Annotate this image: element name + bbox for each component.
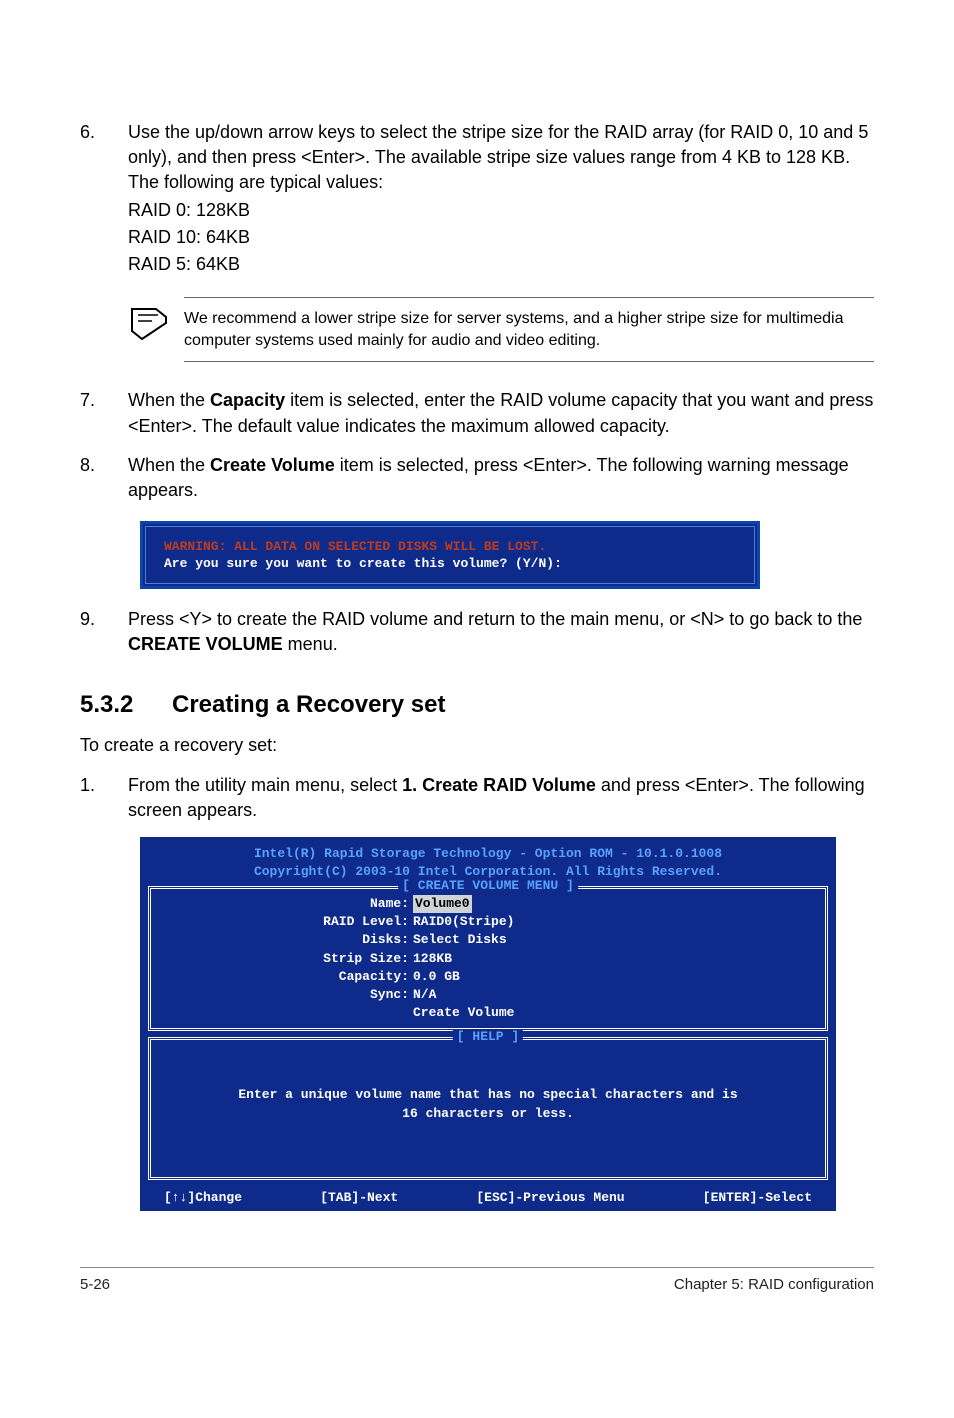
text-bold: Create Volume [210,455,335,475]
step-body: From the utility main menu, select 1. Cr… [128,773,874,823]
row-raid-level: RAID Level: RAID0(Stripe) [159,913,817,931]
kv-val: RAID0(Stripe) [413,913,514,931]
kv-key: Sync: [159,986,413,1004]
kv-key [159,1004,413,1022]
panel-label: [ HELP ] [453,1029,523,1044]
section-heading: 5.3.2Creating a Recovery set [80,691,874,719]
row-disks: Disks: Select Disks [159,931,817,949]
raid5-line: RAID 5: 64KB [128,252,874,277]
section-number: 5.3.2 [80,691,172,719]
kv-val: Create Volume [413,1004,514,1022]
panel-label: [ CREATE VOLUME MENU ] [398,878,578,893]
step-number: 9. [80,607,128,657]
footer-previous: [ESC]-Previous Menu [476,1190,624,1205]
text-bold: CREATE VOLUME [128,634,283,654]
text-bold: Capacity [210,390,285,410]
kv-val: Volume0 [413,895,472,913]
footer-change: [↑↓]Change [164,1190,242,1205]
text-bold: 1. Create RAID Volume [402,775,596,795]
kv-val: 0.0 GB [413,968,460,986]
step-8: 8. When the Create Volume item is select… [80,453,874,503]
kv-key: Disks: [159,931,413,949]
step-number: 7. [80,388,128,438]
step-6: 6. Use the up/down arrow keys to select … [80,120,874,277]
text-pre: Press <Y> to create the RAID volume and … [128,609,862,629]
text-pre: When the [128,390,210,410]
step-body: Use the up/down arrow keys to select the… [128,120,874,277]
help-line-2: 16 characters or less. [169,1105,807,1123]
help-line-1: Enter a unique volume name that has no s… [169,1086,807,1104]
bios-title-line1: Intel(R) Rapid Storage Technology - Opti… [148,845,828,863]
row-name: Name: Volume0 [159,895,817,913]
text-pre: When the [128,455,210,475]
warning-line-2: Are you sure you want to create this vol… [164,556,736,571]
text-pre: From the utility main menu, select [128,775,402,795]
chapter-label: Chapter 5: RAID configuration [674,1276,874,1293]
step-number: 6. [80,120,128,277]
section-title: Creating a Recovery set [172,691,445,718]
step-body: When the Create Volume item is selected,… [128,453,874,503]
note-icon [128,297,184,348]
kv-key: Strip Size: [159,950,413,968]
step-9: 9. Press <Y> to create the RAID volume a… [80,607,874,657]
kv-val: Select Disks [413,931,507,949]
bios-footer: [↑↓]Change [TAB]-Next [ESC]-Previous Men… [148,1186,828,1207]
row-capacity: Capacity: 0.0 GB [159,968,817,986]
warning-box-outer: WARNING: ALL DATA ON SELECTED DISKS WILL… [140,521,760,589]
footer-next: [TAB]-Next [320,1190,398,1205]
step-number: 1. [80,773,128,823]
page-footer: 5-26 Chapter 5: RAID configuration [80,1267,874,1293]
row-sync: Sync: N/A [159,986,817,1004]
kv-val: N/A [413,986,436,1004]
intro-text: To create a recovery set: [80,733,874,758]
help-panel: [ HELP ] Enter a unique volume name that… [148,1037,828,1179]
step-text: Use the up/down arrow keys to select the… [128,122,868,192]
note-text: We recommend a lower stripe size for ser… [184,297,874,362]
warning-box-inner: WARNING: ALL DATA ON SELECTED DISKS WILL… [145,526,755,584]
kv-key: Capacity: [159,968,413,986]
warning-line-1: WARNING: ALL DATA ON SELECTED DISKS WILL… [164,539,736,554]
row-create-volume: Create Volume [159,1004,817,1022]
raid0-line: RAID 0: 128KB [128,198,874,223]
help-body: Enter a unique volume name that has no s… [159,1046,817,1170]
kv-val: 128KB [413,950,452,968]
row-strip-size: Strip Size: 128KB [159,950,817,968]
raid10-line: RAID 10: 64KB [128,225,874,250]
step-1: 1. From the utility main menu, select 1.… [80,773,874,823]
bios-screenshot: Intel(R) Rapid Storage Technology - Opti… [140,837,836,1211]
warning-box: WARNING: ALL DATA ON SELECTED DISKS WILL… [140,521,760,589]
footer-select: [ENTER]-Select [703,1190,812,1205]
kv-key: RAID Level: [159,913,413,931]
note-row: We recommend a lower stripe size for ser… [128,291,874,368]
create-volume-panel: [ CREATE VOLUME MENU ] Name: Volume0 RAI… [148,886,828,1031]
page-number: 5-26 [80,1276,110,1293]
text-post: menu. [283,634,338,654]
step-7: 7. When the Capacity item is selected, e… [80,388,874,438]
kv-key: Name: [159,895,413,913]
step-number: 8. [80,453,128,503]
bios-title: Intel(R) Rapid Storage Technology - Opti… [148,845,828,880]
step-body: Press <Y> to create the RAID volume and … [128,607,874,657]
page-content: 6. Use the up/down arrow keys to select … [0,0,954,1333]
step-body: When the Capacity item is selected, ente… [128,388,874,438]
